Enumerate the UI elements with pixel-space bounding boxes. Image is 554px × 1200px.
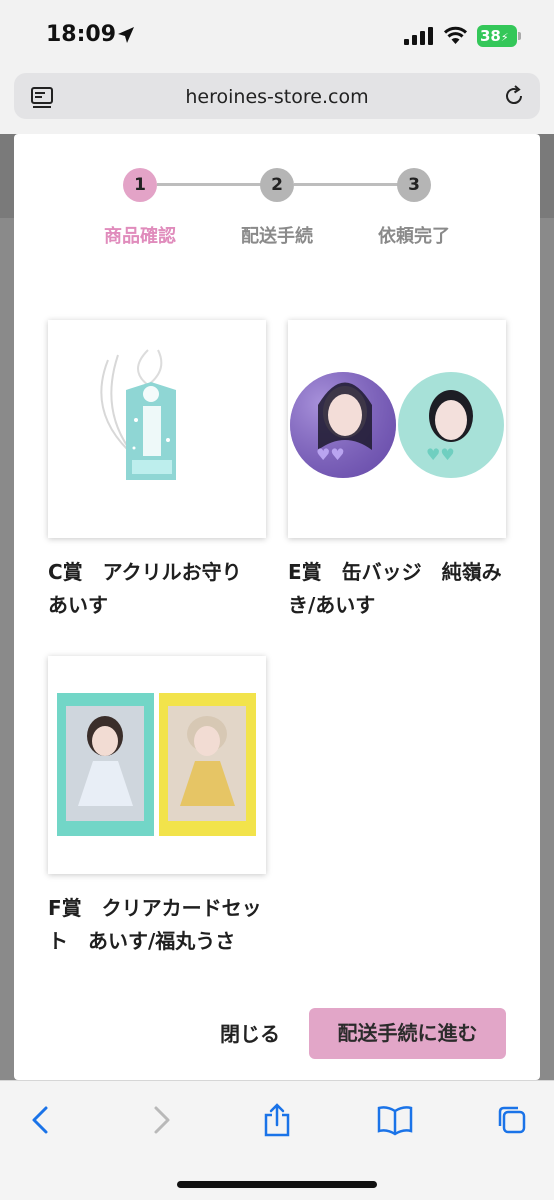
step-connector xyxy=(157,183,267,186)
step-1-label: 商品確認 xyxy=(104,226,176,247)
step-3-label: 依頼完了 xyxy=(378,226,450,247)
item-card-f xyxy=(48,656,266,874)
share-icon[interactable] xyxy=(262,1103,292,1137)
clear-card-set-image xyxy=(57,693,256,836)
can-badges-image: ♥♥ ♥♥ xyxy=(290,372,504,478)
bookmarks-icon[interactable] xyxy=(377,1103,413,1137)
forward-icon[interactable] xyxy=(146,1103,176,1137)
url-text[interactable]: heroines-store.com xyxy=(14,86,540,108)
step-3-circle: 3 xyxy=(397,168,431,202)
step-connector xyxy=(294,183,404,186)
svg-text:♥♥: ♥♥ xyxy=(426,445,455,464)
home-indicator xyxy=(177,1181,377,1188)
battery-icon: 38⚡ xyxy=(477,25,521,47)
browser-address-area: heroines-store.com xyxy=(0,70,554,134)
address-bar[interactable]: heroines-store.com xyxy=(14,73,540,119)
reload-icon[interactable] xyxy=(502,84,526,108)
progress-stepper: 1 2 3 商品確認 配送手続 依頼完了 xyxy=(14,134,540,254)
step-2-circle: 2 xyxy=(260,168,294,202)
status-bar: 18:09 38⚡ xyxy=(0,0,554,70)
location-arrow-icon xyxy=(118,27,134,43)
item-card-e: ♥♥ ♥♥ xyxy=(288,320,506,538)
battery-level: 38 xyxy=(480,27,501,45)
proceed-to-shipping-button[interactable]: 配送手続に進む xyxy=(309,1008,506,1059)
item-name-e: E賞 缶バッジ 純嶺みき/あいす xyxy=(288,560,502,617)
item-name-f: F賞 クリアカードセット あいす/福丸うさ xyxy=(48,896,262,953)
step-2-label: 配送手続 xyxy=(241,226,313,247)
close-button[interactable]: 閉じる xyxy=(210,1014,290,1054)
cellular-signal-icon xyxy=(404,27,433,45)
wifi-icon xyxy=(443,26,468,44)
status-time: 18:09 xyxy=(46,22,117,47)
step-1-circle: 1 xyxy=(123,168,157,202)
item-name-c: C賞 アクリルお守り あいす xyxy=(48,560,262,617)
svg-text:♥♥: ♥♥ xyxy=(316,445,345,464)
item-card-c xyxy=(48,320,266,538)
tabs-icon[interactable] xyxy=(496,1103,528,1137)
back-icon[interactable] xyxy=(26,1103,56,1137)
acrylic-omamori-image xyxy=(100,349,176,480)
item-confirm-modal: 1 2 3 商品確認 配送手続 依頼完了 C賞 アクリルお守り あいす ♥♥ ♥… xyxy=(14,134,540,1080)
